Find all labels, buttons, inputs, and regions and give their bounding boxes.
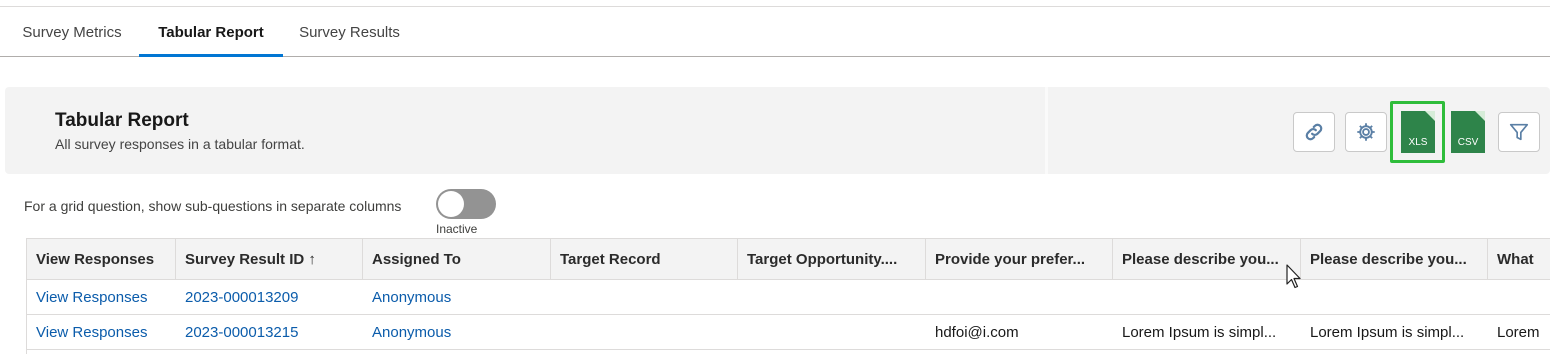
table-cell: hdfoi@i.com	[935, 324, 1019, 341]
export-csv-button[interactable]: CSV	[1449, 111, 1489, 155]
csv-file-icon: CSV	[1451, 111, 1485, 153]
column-header-assigned-to[interactable]: Assigned To	[363, 239, 551, 280]
tab-tabular-report[interactable]: Tabular Report	[139, 7, 283, 57]
column-header-target-opportunity[interactable]: Target Opportunity....	[738, 239, 926, 280]
survey-result-id-link[interactable]: 2023-000013215	[176, 315, 363, 349]
tab-survey-results[interactable]: Survey Results	[298, 7, 401, 56]
results-table: View Responses Survey Result ID ↑ Assign…	[26, 238, 1550, 354]
mouse-cursor-icon	[1286, 264, 1301, 289]
column-header-provide-preference[interactable]: Provide your prefer...	[926, 239, 1113, 280]
table-cell: Lorem	[1497, 324, 1540, 341]
page-subtitle: All survey responses in a tabular format…	[55, 136, 305, 152]
header-divider	[1045, 87, 1048, 174]
export-xls-button[interactable]: XLS	[1390, 101, 1445, 163]
filter-button[interactable]	[1498, 112, 1540, 152]
gear-icon	[1357, 123, 1375, 141]
table-cell	[551, 280, 738, 314]
column-header-survey-result-id[interactable]: Survey Result ID ↑	[176, 239, 363, 280]
table-row: View Responses 2023-000013215 Anonymous …	[27, 315, 1550, 350]
tab-bar: Survey Metrics Tabular Report Survey Res…	[0, 7, 1550, 57]
grid-subquestions-toggle[interactable]	[436, 189, 496, 219]
copy-link-button[interactable]	[1293, 112, 1335, 152]
table-cell	[1488, 280, 1550, 314]
table-cell: Lorem Ipsum is simpl...	[1310, 324, 1465, 341]
page-title: Tabular Report	[55, 110, 189, 131]
column-header-view-responses[interactable]: View Responses	[27, 239, 176, 280]
table-row: View Responses 2023-000013209 Anonymous	[27, 280, 1550, 315]
table-cell	[1113, 280, 1301, 314]
xls-label: XLS	[1408, 137, 1428, 148]
view-responses-link[interactable]: View Responses	[27, 280, 176, 314]
link-icon	[1305, 123, 1323, 141]
filter-icon	[1509, 123, 1529, 141]
grid-toggle-label: For a grid question, show sub-questions …	[24, 198, 402, 214]
column-header-what[interactable]: What	[1488, 239, 1550, 280]
table-cell: Lorem Ipsum is simpl...	[1122, 324, 1277, 341]
view-responses-link[interactable]: View Responses	[27, 315, 176, 349]
xls-file-icon: XLS	[1401, 111, 1435, 153]
settings-button[interactable]	[1345, 112, 1387, 152]
report-header: Tabular Report All survey responses in a…	[5, 87, 1550, 174]
assigned-to-link[interactable]: Anonymous	[363, 280, 551, 314]
assigned-to-link[interactable]: Anonymous	[363, 315, 551, 349]
column-header-target-record[interactable]: Target Record	[551, 239, 738, 280]
csv-label: CSV	[1457, 137, 1479, 148]
toggle-state-text: Inactive	[436, 222, 478, 236]
survey-report-page: Survey Metrics Tabular Report Survey Res…	[0, 0, 1550, 354]
toggle-knob	[438, 191, 464, 217]
table-cell	[738, 280, 926, 314]
survey-result-id-link[interactable]: 2023-000013209	[176, 280, 363, 314]
table-cell	[926, 280, 1113, 314]
column-header-please-describe-2[interactable]: Please describe you...	[1301, 239, 1488, 280]
table-cell	[1301, 280, 1488, 314]
table-cell	[738, 315, 926, 349]
table-header: View Responses Survey Result ID ↑ Assign…	[27, 238, 1550, 280]
table-cell	[551, 315, 738, 349]
tab-survey-metrics[interactable]: Survey Metrics	[19, 7, 125, 56]
column-header-please-describe-1[interactable]: Please describe you...	[1113, 239, 1301, 280]
